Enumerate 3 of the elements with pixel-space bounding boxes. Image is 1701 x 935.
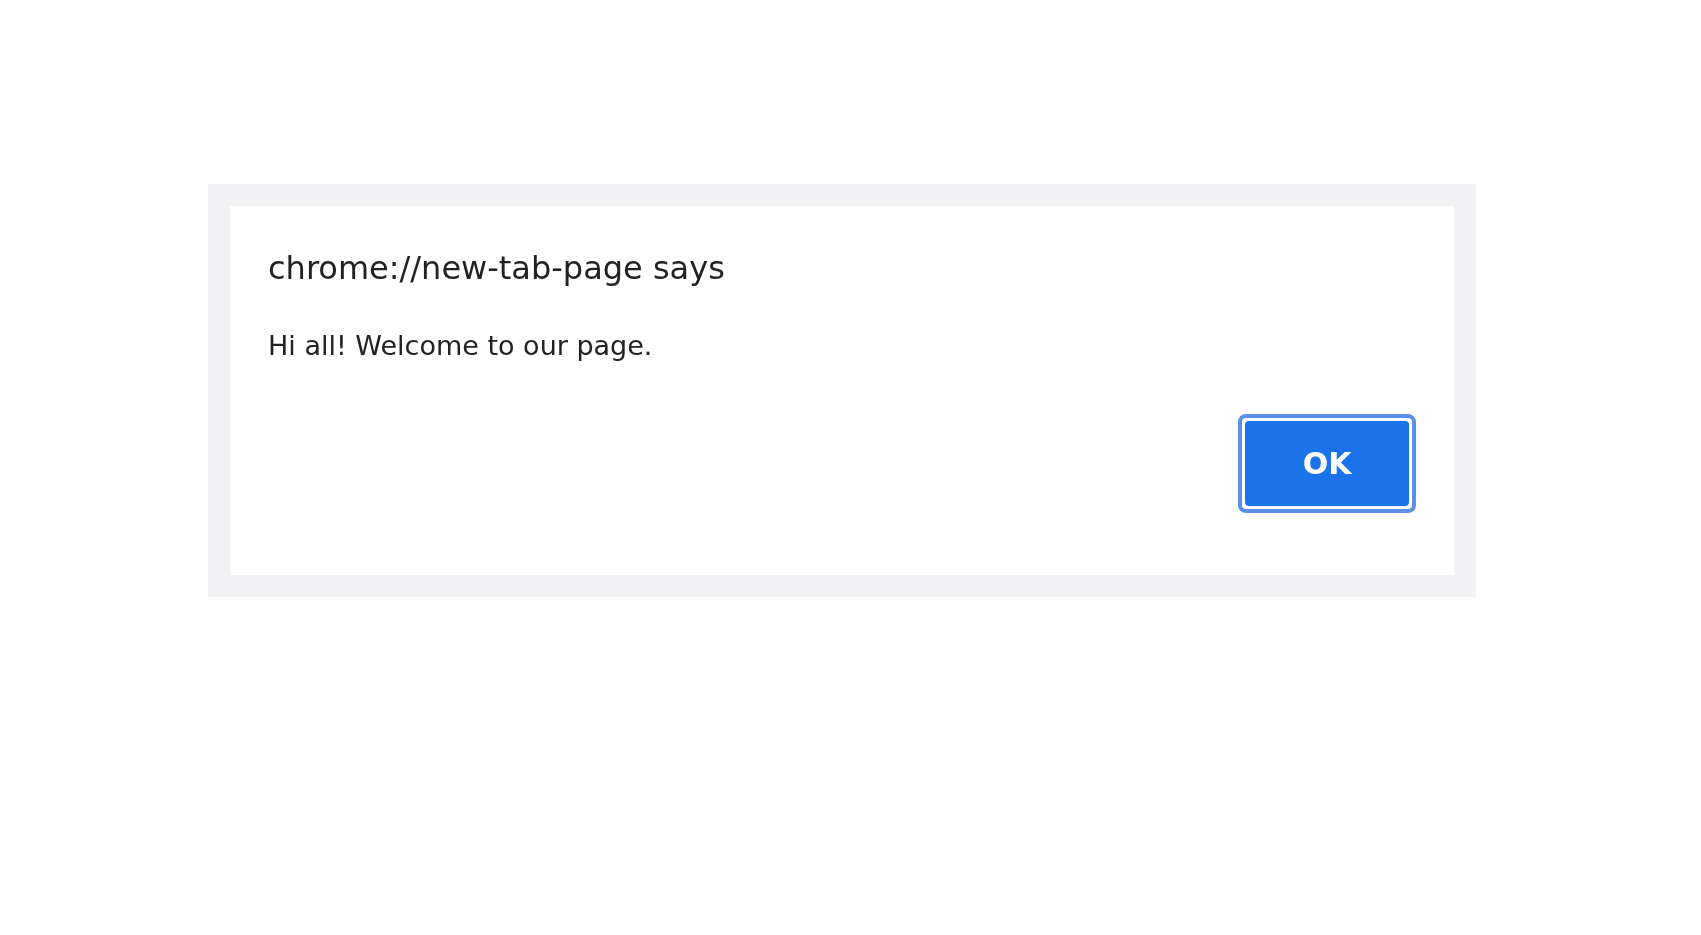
ok-button[interactable]: OK — [1238, 414, 1416, 513]
dialog-message: Hi all! Welcome to our page. — [268, 329, 654, 363]
dialog-title: chrome://new-tab-page says — [268, 248, 726, 289]
